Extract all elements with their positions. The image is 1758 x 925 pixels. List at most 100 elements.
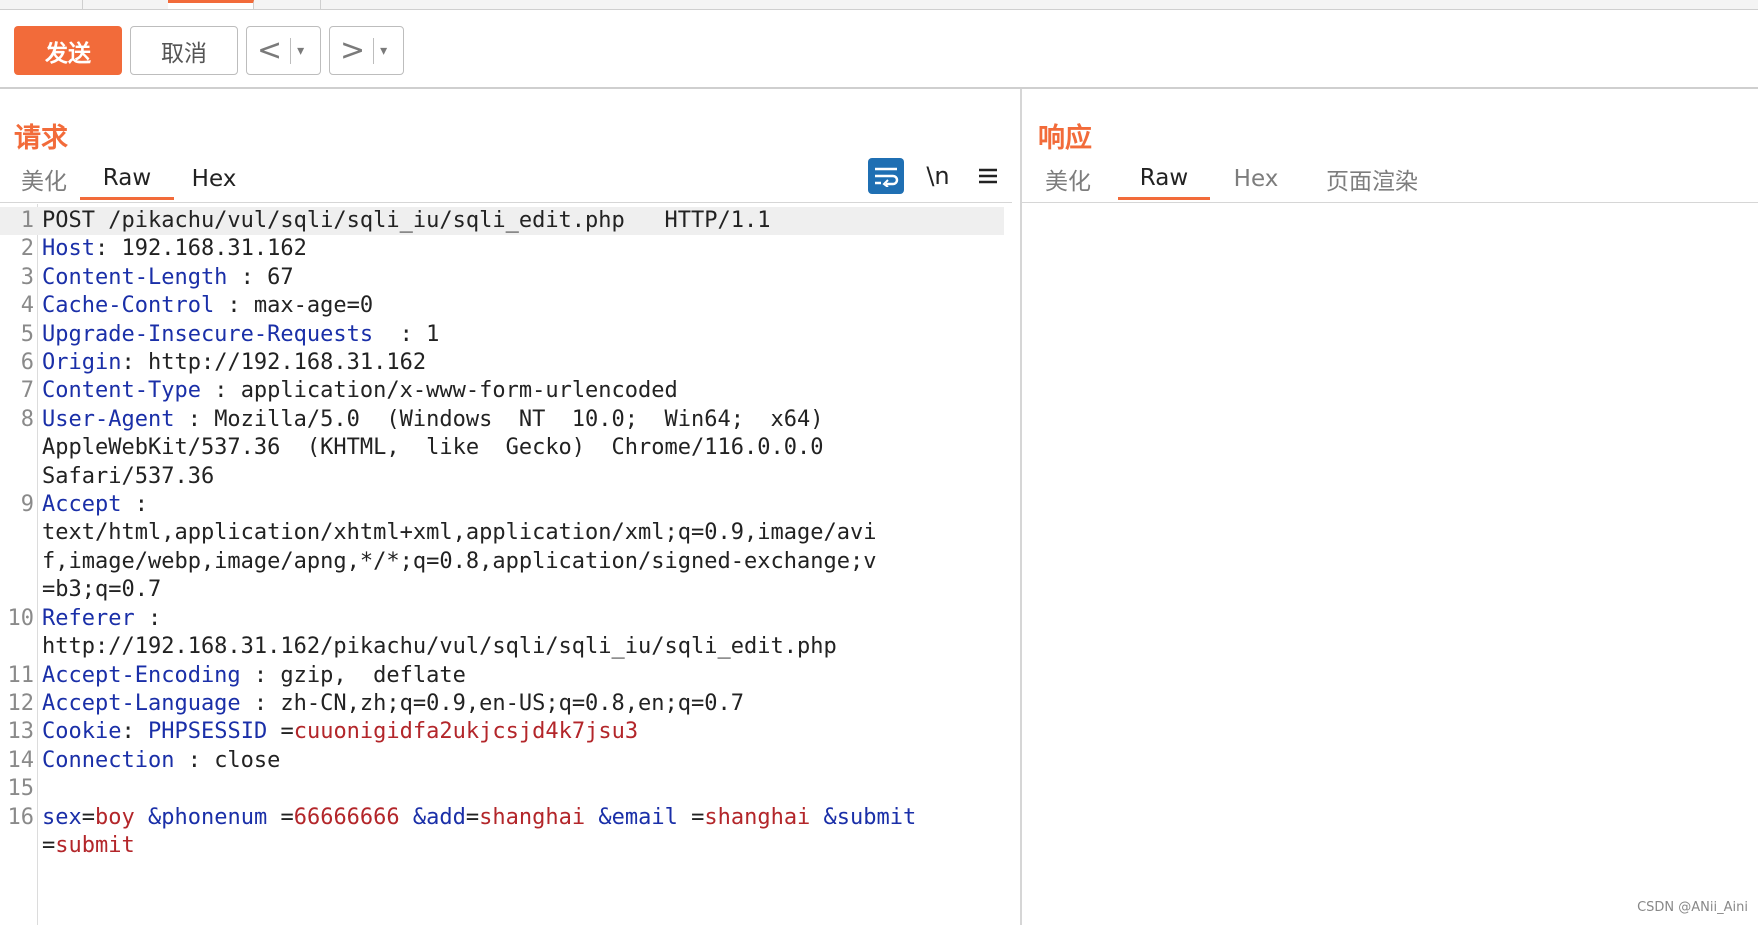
param-value: shanghai [479,804,586,830]
code-line[interactable]: Safari/537.36 [0,463,1010,491]
tab-pretty[interactable]: 美化 [14,158,80,200]
forward-arrow-icon: > [340,32,366,68]
word-wrap-icon[interactable] [868,158,904,194]
plain-text: POST /pikachu/vul/sqli/sqli_iu/sqli_edit… [42,208,771,233]
tab-raw[interactable]: Raw [80,158,174,200]
top-tab[interactable] [82,0,169,9]
code-text: Host: 192.168.31.162 [42,235,922,263]
code-text: Origin: http://192.168.31.162 [42,349,922,377]
code-line[interactable]: 10 Referer : [0,605,1010,633]
code-line[interactable]: AppleWebKit/537.36 (KHTML, like Gecko) C… [0,434,1010,462]
plain-text: http://192.168.31.162/pikachu/vul/sqli/s… [42,634,837,660]
line-number: 6 [20,350,34,376]
code-text: Content-Length : 67 [42,264,922,292]
header-value: : 1 [373,321,440,347]
header-value: : application/x-www-form-urlencoded [200,378,678,404]
line-number: 11 [7,662,35,688]
tab-render[interactable]: 页面渲染 [1302,158,1442,200]
code-line[interactable]: 15 [0,775,1010,803]
header-value: : [134,605,162,631]
line-number: 14 [7,747,35,773]
code-text: text/html,application/xhtml+xml,applicat… [42,519,922,547]
header-name: Origin [42,350,122,376]
chevron-down-icon[interactable]: ▾ [380,43,387,59]
request-tabs: 美化 Raw Hex [14,158,254,200]
code-line[interactable]: 7 Content-Type : application/x-www-form-u… [0,377,1010,405]
chevron-down-icon[interactable]: ▾ [297,43,304,59]
code-text: Content-Type : application/x-www-form-ur… [42,377,922,405]
forward-button[interactable]: > ▾ [329,26,404,75]
code-line[interactable]: f,image/webp,image/apng,*/*;q=0.8,applic… [0,548,1010,576]
plain-text: =b3;q=0.7 [42,577,162,603]
code-line[interactable]: 8 User-Agent : Mozilla/5.0 (Windows NT 10… [0,406,1010,434]
request-title: 请求 [14,123,68,154]
header-name: Accept-Language [42,690,241,716]
header-name: Upgrade-Insecure-Requests [42,321,374,347]
code-line[interactable]: 12 Accept-Language : zh-CN,zh;q=0.9,en-US… [0,690,1010,718]
tab-raw[interactable]: Raw [1118,158,1210,200]
cancel-button[interactable]: 取消 [130,26,238,75]
code-line[interactable]: 9 Accept : [0,491,1010,519]
code-line[interactable]: 11 Accept-Encoding : gzip, deflate [0,662,1010,690]
back-button[interactable]: < ▾ [246,26,321,75]
header-value: : max-age=0 [214,293,374,319]
cookie-equals: = [267,719,294,745]
top-tab-active[interactable] [168,0,254,9]
param-equals: = [465,804,480,830]
watermark: CSDN @ANii_Aini [1637,900,1748,915]
code-line[interactable]: 13 Cookie: PHPSESSID =cuuonigidfa2ukjcsjd… [0,718,1010,746]
param-value: shanghai [704,804,811,830]
code-text: Accept-Encoding : gzip, deflate [42,662,922,690]
code-text: http://192.168.31.162/pikachu/vul/sqli/s… [42,633,922,661]
param-name: &phonenum [134,804,268,830]
code-line[interactable]: 5 Upgrade-Insecure-Requests : 1 [0,321,1010,349]
code-text: Upgrade-Insecure-Requests : 1 [42,321,922,349]
line-number [0,434,42,462]
header-value: : http://192.168.31.162 [121,350,427,376]
param-equals: = [267,804,294,830]
cookie-name: PHPSESSID [147,719,268,745]
show-newlines-icon[interactable]: \n [918,158,958,194]
code-text: POST /pikachu/vul/sqli/sqli_iu/sqli_edit… [42,207,922,235]
code-line[interactable]: 3 Content-Length : 67 [0,264,1010,292]
header-name: Accept-Encoding [42,662,241,688]
code-line[interactable]: 1 POST /pikachu/vul/sqli/sqli_iu/sqli_edi… [0,207,1004,236]
code-line[interactable]: 2 Host: 192.168.31.162 [0,235,1010,263]
code-line[interactable]: 16 sex=boy &phonenum =66666666 &add=shang… [0,804,1010,861]
line-number: 8 [20,406,34,432]
top-tab[interactable] [0,0,83,9]
param-value: submit [55,832,135,858]
header-value: : zh-CN,zh;q=0.9,en-US;q=0.8,en;q=0.7 [240,690,745,716]
header-name: Cookie [42,719,122,745]
code-line[interactable]: text/html,application/xhtml+xml,applicat… [0,519,1010,547]
code-line[interactable]: 6 Origin: http://192.168.31.162 [0,349,1010,377]
response-editor[interactable] [1022,203,1758,925]
menu-icon[interactable] [970,158,1006,194]
line-number [0,633,42,661]
send-button[interactable]: 发送 [14,26,122,75]
param-value: 66666666 [293,804,400,830]
tab-hex[interactable]: Hex [174,158,254,200]
request-editor[interactable]: 1 POST /pikachu/vul/sqli/sqli_iu/sqli_edi… [0,207,1010,860]
header-name: Content-Type [42,378,201,404]
tab-pretty[interactable]: 美化 [1038,158,1118,200]
code-line[interactable]: http://192.168.31.162/pikachu/vul/sqli/s… [0,633,1010,661]
top-tab[interactable] [254,0,321,9]
header-value: : [121,492,148,518]
code-text: Safari/537.36 [42,463,922,491]
header-name: Connection [42,747,175,773]
response-title: 响应 [1038,123,1092,154]
header-value: : Mozilla/5.0 (Windows NT 10.0; Win64; x… [174,406,824,432]
divider [373,37,375,64]
line-number [0,463,42,491]
param-value: boy [95,804,135,830]
code-text: Cache-Control : max-age=0 [42,292,922,320]
code-line[interactable]: 4 Cache-Control : max-age=0 [0,292,1010,320]
code-line[interactable]: =b3;q=0.7 [0,576,1010,604]
code-line[interactable]: 14 Connection : close [0,747,1010,775]
line-number: 12 [7,690,35,716]
back-arrow-icon: < [257,32,283,68]
header-value: : [121,719,148,745]
tab-hex[interactable]: Hex [1210,158,1302,200]
param-equals: = [81,804,95,830]
